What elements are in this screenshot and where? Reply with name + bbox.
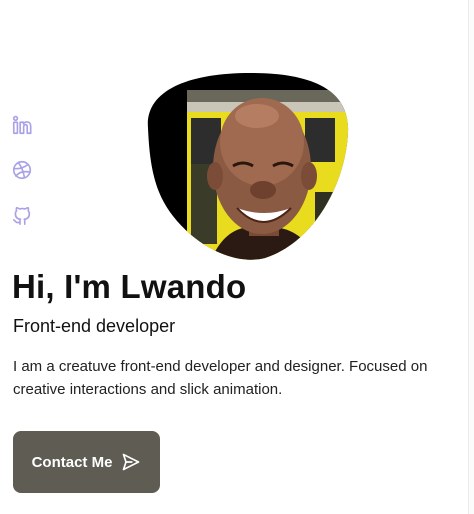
avatar-photo xyxy=(147,72,349,260)
dribbble-link[interactable] xyxy=(11,159,33,181)
hero-description: I am a creatuve front-end developer and … xyxy=(13,358,428,398)
linkedin-link[interactable] xyxy=(11,114,33,136)
dribbble-icon xyxy=(12,160,32,180)
page-scrollbar[interactable] xyxy=(468,0,474,514)
social-links xyxy=(11,114,35,226)
contact-me-label: Contact Me xyxy=(31,453,113,471)
linkedin-icon xyxy=(12,115,32,135)
contact-me-button[interactable]: Contact Me xyxy=(13,431,160,493)
github-link[interactable] xyxy=(11,204,33,226)
github-icon xyxy=(12,207,31,225)
send-icon xyxy=(123,453,140,471)
page-title: Hi, I'm Lwando xyxy=(12,268,247,305)
profile-avatar xyxy=(145,72,349,260)
page-subtitle: Front-end developer xyxy=(13,316,176,336)
